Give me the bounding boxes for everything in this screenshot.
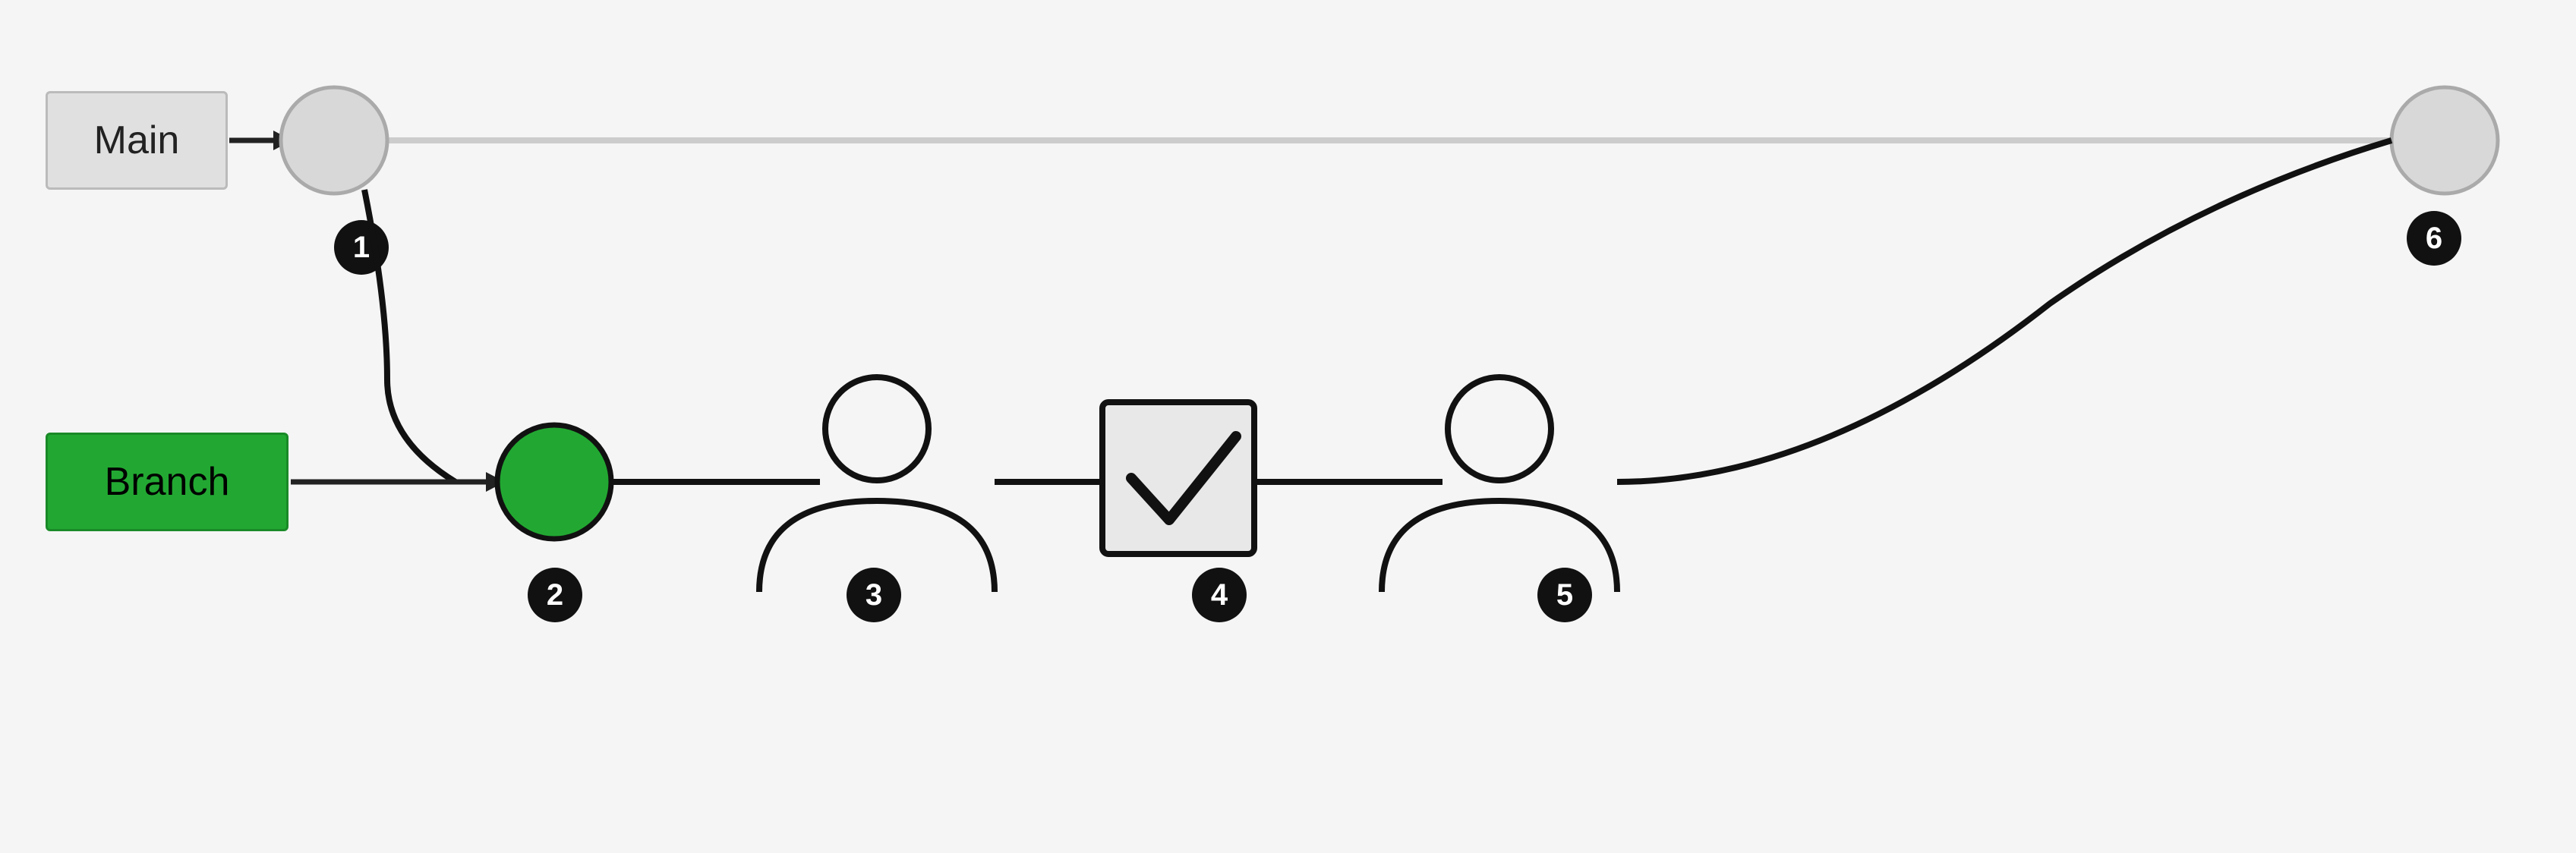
main-end-circle bbox=[2392, 87, 2498, 194]
diagram-svg bbox=[0, 0, 2576, 853]
checkbox-rect bbox=[1102, 402, 1254, 554]
diagram-container: Main Branch 1 2 3 4 5 6 bbox=[0, 0, 2576, 853]
curve-merge-up bbox=[1617, 140, 2392, 482]
person3-body bbox=[759, 501, 995, 592]
main-start-circle bbox=[281, 87, 387, 194]
curve-1-down bbox=[364, 190, 456, 482]
person5-body bbox=[1382, 501, 1617, 592]
person3-head bbox=[825, 377, 929, 480]
person5-head bbox=[1448, 377, 1551, 480]
branch-start-circle bbox=[497, 425, 611, 539]
